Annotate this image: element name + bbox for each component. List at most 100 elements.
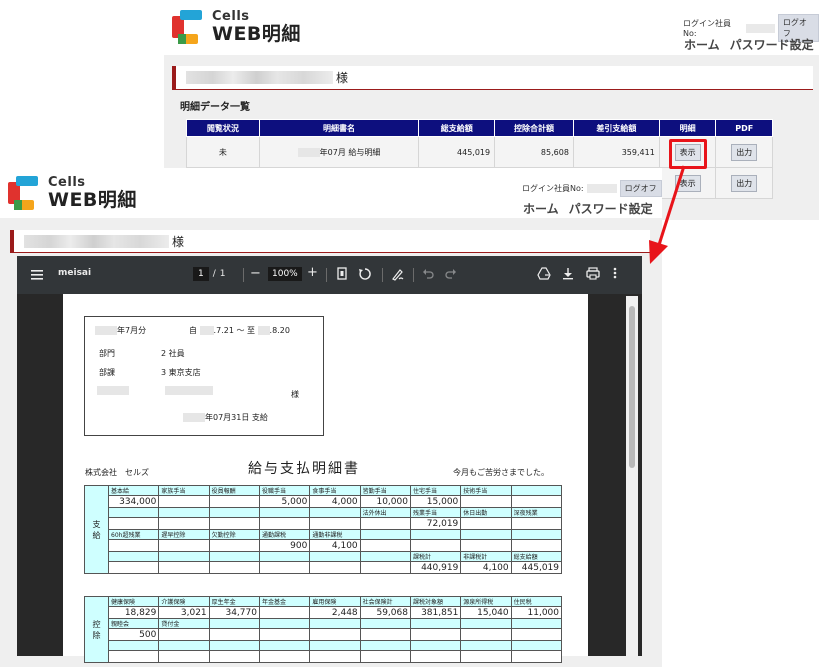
item-label [208, 551, 260, 562]
page-separator: / [212, 269, 216, 279]
item-value: 440,919 [409, 561, 462, 574]
item-label: 皆勤手当 [359, 485, 411, 496]
nav-password-settings[interactable]: パスワード設定 [730, 36, 814, 53]
item-label [258, 551, 311, 562]
page-number-input[interactable]: 1 [193, 267, 209, 281]
row-statement-name[interactable]: 年07月 給与明細 [258, 136, 420, 168]
period-range: 自 .7.21 ～ 至 .8.20 [189, 326, 290, 335]
red-arrow-icon [649, 165, 686, 264]
item-value [359, 561, 411, 574]
item-label [258, 640, 311, 651]
item-value [359, 517, 411, 530]
user-name-bar-front: 様 [10, 230, 650, 253]
item-value: 500 [107, 628, 160, 641]
item-value [409, 628, 462, 641]
item-value: 15,000 [409, 495, 462, 508]
item-value [510, 650, 563, 663]
zoom-level-input[interactable]: 100% [268, 267, 302, 281]
department-value: 2 社員 [161, 349, 185, 358]
item-label: 深夜残業 [510, 507, 563, 518]
logo-text-webmeisai: WEB明細 [48, 189, 137, 211]
pay-period: 年7月分 [95, 325, 146, 336]
app-logo-front[interactable]: Cells WEB明細 [8, 176, 137, 210]
value-row: 440,919 4,100 445,019 [85, 561, 563, 574]
menu-icon[interactable] [29, 267, 45, 283]
item-value: 3,021 [158, 606, 210, 619]
item-label [510, 640, 563, 651]
cells-logo-icon [172, 10, 206, 44]
pdf-output-button[interactable]: 出力 [731, 174, 758, 192]
item-label: 介護保険 [158, 596, 210, 607]
nav-home[interactable]: ホーム [523, 200, 559, 217]
redo-icon[interactable] [445, 267, 457, 279]
item-value [107, 650, 160, 663]
item-value [107, 517, 160, 530]
app-logo-back[interactable]: Cells WEB明細 [172, 10, 301, 44]
item-label: 休日出勤 [460, 507, 512, 518]
item-label: 課税対象額 [409, 596, 462, 607]
item-value: 11,000 [510, 606, 563, 619]
item-label: 技術手当 [460, 485, 512, 496]
annotate-pen-icon[interactable] [391, 267, 405, 281]
item-value [158, 628, 210, 641]
rotate-icon[interactable] [358, 267, 372, 281]
item-value: 4,000 [309, 495, 361, 508]
zoom-out-button[interactable]: − [250, 266, 261, 281]
item-label: 欠勤控除 [208, 529, 260, 540]
section-side-label: 控 除 [84, 596, 109, 663]
item-label [208, 618, 260, 629]
item-label [510, 485, 563, 496]
item-label [460, 618, 512, 629]
nav-home[interactable]: ホーム [684, 36, 720, 53]
item-value [510, 495, 563, 508]
section-label: 部課 [99, 368, 115, 377]
logo-text-cells: Cells [48, 175, 86, 190]
col-view-status: 閲覧状況 [186, 119, 260, 137]
more-options-icon[interactable] [613, 267, 617, 279]
item-label: 60h超残業 [107, 529, 160, 540]
item-value: 2,448 [309, 606, 361, 619]
employee-honorific: 様 [291, 390, 299, 399]
employee-number-redacted [745, 23, 775, 33]
item-label: 貸付金 [158, 618, 210, 629]
drive-save-icon[interactable] [537, 267, 551, 280]
item-label [158, 551, 210, 562]
row-pdf-cell: 出力 [715, 136, 773, 168]
pdf-scrollbar-thumb[interactable] [629, 306, 635, 468]
item-value [460, 650, 512, 663]
label-row: 親睦会 貸付金 [85, 618, 563, 629]
item-value: 18,829 [107, 606, 160, 619]
section-value: 3 東京支店 [161, 368, 201, 377]
item-value: 4,100 [309, 539, 361, 552]
label-row: 控 除健康保険 介護保険 厚生年金 年金基金 雇用保険 社会保険計 課税対象額 源泉所得税 住民… [84, 596, 563, 663]
item-label: 厚生年金 [208, 596, 260, 607]
row-pdf-cell: 出力 [715, 167, 773, 199]
col-statement-name: 明細書名 [258, 119, 420, 137]
user-honorific: 様 [336, 71, 349, 85]
label-row: 60h超残業 遅早控除 欠勤控除 通勤課税 通勤非課税 [85, 529, 563, 540]
item-value: 381,851 [409, 606, 462, 619]
download-icon[interactable] [562, 267, 574, 280]
toolbar-divider [413, 268, 414, 282]
item-label: 源泉所得税 [460, 596, 512, 607]
user-name-bar-back: 様 [172, 66, 813, 90]
pdf-output-button[interactable]: 出力 [731, 143, 758, 161]
item-label [510, 618, 563, 629]
print-icon[interactable] [586, 267, 600, 280]
item-value [208, 561, 260, 574]
item-value [460, 495, 512, 508]
item-value [359, 628, 411, 641]
item-value [208, 539, 260, 552]
item-label [409, 529, 462, 540]
item-value [208, 495, 260, 508]
zoom-in-button[interactable]: + [307, 265, 318, 280]
item-label [309, 507, 361, 518]
item-value [258, 517, 311, 530]
item-label: 住宅手当 [409, 485, 462, 496]
fit-page-icon[interactable] [337, 267, 347, 280]
document-title: 給与支払明細書 [248, 461, 360, 477]
undo-icon[interactable] [422, 267, 434, 279]
value-row: 72,019 [85, 517, 563, 530]
item-value [258, 561, 311, 574]
item-value [359, 650, 411, 663]
